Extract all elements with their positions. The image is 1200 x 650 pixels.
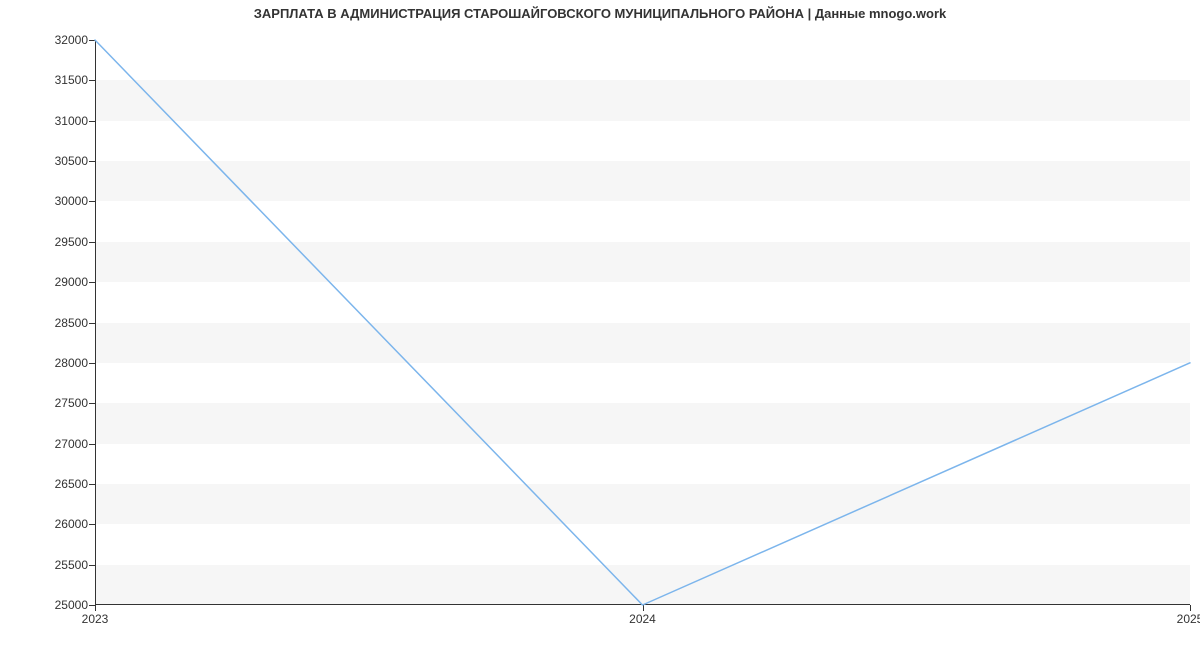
y-tick-label: 25000 [8,598,88,612]
y-tick-label: 32000 [8,33,88,47]
plot-area [95,40,1190,605]
chart-container: ЗАРПЛАТА В АДМИНИСТРАЦИЯ СТАРОШАЙГОВСКОГ… [0,0,1200,650]
x-tick [643,605,644,611]
y-tick-label: 27500 [8,396,88,410]
y-tick-label: 30500 [8,154,88,168]
y-tick-label: 27000 [8,437,88,451]
y-tick-label: 26500 [8,477,88,491]
x-tick-label: 2024 [629,612,656,626]
x-tick [1190,605,1191,611]
y-tick-label: 31500 [8,73,88,87]
y-tick-label: 31000 [8,114,88,128]
x-tick-label: 2025 [1177,612,1200,626]
y-tick-label: 25500 [8,558,88,572]
y-tick-label: 28500 [8,316,88,330]
chart-title: ЗАРПЛАТА В АДМИНИСТРАЦИЯ СТАРОШАЙГОВСКОГ… [0,6,1200,21]
x-tick-label: 2023 [82,612,109,626]
x-tick [95,605,96,611]
y-tick-label: 26000 [8,517,88,531]
data-series-line [95,40,1190,605]
y-tick-label: 28000 [8,356,88,370]
line-layer [95,40,1190,605]
y-tick-label: 29000 [8,275,88,289]
y-tick-label: 30000 [8,194,88,208]
y-tick-label: 29500 [8,235,88,249]
